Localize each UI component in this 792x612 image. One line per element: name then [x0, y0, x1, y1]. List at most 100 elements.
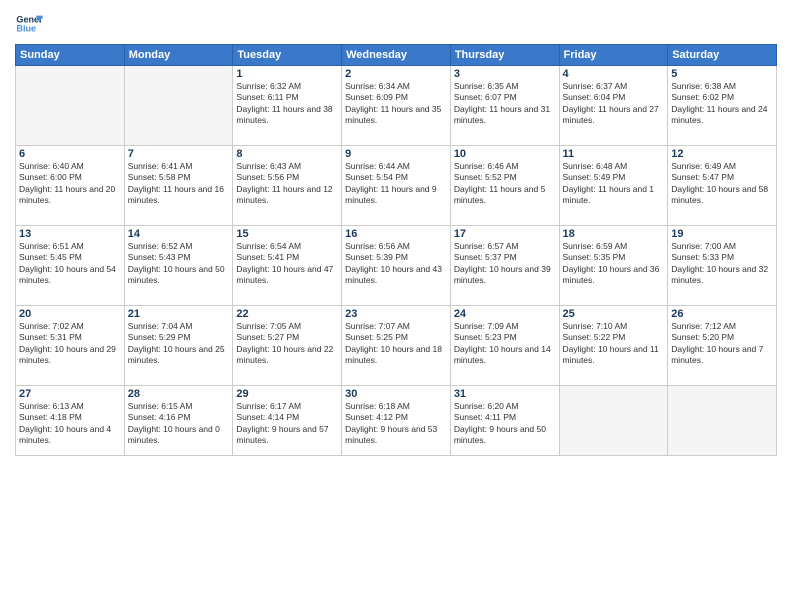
day-number: 3 — [454, 68, 556, 80]
calendar-cell: 26Sunrise: 7:12 AM Sunset: 5:20 PM Dayli… — [668, 306, 777, 386]
week-row-5: 27Sunrise: 6:13 AM Sunset: 4:18 PM Dayli… — [16, 386, 777, 456]
day-info: Sunrise: 7:09 AM Sunset: 5:23 PM Dayligh… — [454, 321, 556, 367]
day-info: Sunrise: 6:13 AM Sunset: 4:18 PM Dayligh… — [19, 401, 121, 447]
day-info: Sunrise: 6:54 AM Sunset: 5:41 PM Dayligh… — [236, 241, 338, 287]
calendar-cell: 27Sunrise: 6:13 AM Sunset: 4:18 PM Dayli… — [16, 386, 125, 456]
weekday-header-tuesday: Tuesday — [233, 45, 342, 66]
weekday-header-saturday: Saturday — [668, 45, 777, 66]
week-row-2: 6Sunrise: 6:40 AM Sunset: 6:00 PM Daylig… — [16, 146, 777, 226]
day-info: Sunrise: 6:32 AM Sunset: 6:11 PM Dayligh… — [236, 81, 338, 127]
day-number: 4 — [563, 68, 665, 80]
day-info: Sunrise: 6:35 AM Sunset: 6:07 PM Dayligh… — [454, 81, 556, 127]
day-number: 19 — [671, 228, 773, 240]
calendar-cell: 31Sunrise: 6:20 AM Sunset: 4:11 PM Dayli… — [450, 386, 559, 456]
day-info: Sunrise: 6:56 AM Sunset: 5:39 PM Dayligh… — [345, 241, 447, 287]
day-number: 18 — [563, 228, 665, 240]
day-number: 1 — [236, 68, 338, 80]
day-info: Sunrise: 6:51 AM Sunset: 5:45 PM Dayligh… — [19, 241, 121, 287]
calendar-cell: 8Sunrise: 6:43 AM Sunset: 5:56 PM Daylig… — [233, 146, 342, 226]
day-info: Sunrise: 7:00 AM Sunset: 5:33 PM Dayligh… — [671, 241, 773, 287]
day-info: Sunrise: 7:05 AM Sunset: 5:27 PM Dayligh… — [236, 321, 338, 367]
weekday-header-thursday: Thursday — [450, 45, 559, 66]
day-number: 2 — [345, 68, 447, 80]
day-info: Sunrise: 6:40 AM Sunset: 6:00 PM Dayligh… — [19, 161, 121, 207]
day-info: Sunrise: 6:20 AM Sunset: 4:11 PM Dayligh… — [454, 401, 556, 447]
day-number: 22 — [236, 308, 338, 320]
calendar-cell: 17Sunrise: 6:57 AM Sunset: 5:37 PM Dayli… — [450, 226, 559, 306]
calendar-cell: 7Sunrise: 6:41 AM Sunset: 5:58 PM Daylig… — [124, 146, 233, 226]
calendar-cell: 30Sunrise: 6:18 AM Sunset: 4:12 PM Dayli… — [342, 386, 451, 456]
calendar-cell: 9Sunrise: 6:44 AM Sunset: 5:54 PM Daylig… — [342, 146, 451, 226]
day-info: Sunrise: 7:10 AM Sunset: 5:22 PM Dayligh… — [563, 321, 665, 367]
calendar-cell: 6Sunrise: 6:40 AM Sunset: 6:00 PM Daylig… — [16, 146, 125, 226]
day-info: Sunrise: 6:48 AM Sunset: 5:49 PM Dayligh… — [563, 161, 665, 207]
calendar-cell: 29Sunrise: 6:17 AM Sunset: 4:14 PM Dayli… — [233, 386, 342, 456]
day-number: 30 — [345, 388, 447, 400]
day-info: Sunrise: 6:52 AM Sunset: 5:43 PM Dayligh… — [128, 241, 230, 287]
day-info: Sunrise: 6:18 AM Sunset: 4:12 PM Dayligh… — [345, 401, 447, 447]
calendar-cell: 18Sunrise: 6:59 AM Sunset: 5:35 PM Dayli… — [559, 226, 668, 306]
day-number: 7 — [128, 148, 230, 160]
weekday-header-sunday: Sunday — [16, 45, 125, 66]
day-number: 6 — [19, 148, 121, 160]
day-number: 31 — [454, 388, 556, 400]
calendar-cell: 4Sunrise: 6:37 AM Sunset: 6:04 PM Daylig… — [559, 66, 668, 146]
day-number: 24 — [454, 308, 556, 320]
weekday-header-monday: Monday — [124, 45, 233, 66]
calendar-cell — [16, 66, 125, 146]
day-number: 5 — [671, 68, 773, 80]
day-number: 20 — [19, 308, 121, 320]
day-info: Sunrise: 7:04 AM Sunset: 5:29 PM Dayligh… — [128, 321, 230, 367]
week-row-3: 13Sunrise: 6:51 AM Sunset: 5:45 PM Dayli… — [16, 226, 777, 306]
calendar-cell: 25Sunrise: 7:10 AM Sunset: 5:22 PM Dayli… — [559, 306, 668, 386]
day-number: 23 — [345, 308, 447, 320]
calendar-cell — [124, 66, 233, 146]
day-number: 13 — [19, 228, 121, 240]
calendar-cell — [668, 386, 777, 456]
calendar-cell: 11Sunrise: 6:48 AM Sunset: 5:49 PM Dayli… — [559, 146, 668, 226]
day-info: Sunrise: 6:15 AM Sunset: 4:16 PM Dayligh… — [128, 401, 230, 447]
day-info: Sunrise: 6:38 AM Sunset: 6:02 PM Dayligh… — [671, 81, 773, 127]
day-number: 29 — [236, 388, 338, 400]
day-info: Sunrise: 7:07 AM Sunset: 5:25 PM Dayligh… — [345, 321, 447, 367]
calendar-cell: 24Sunrise: 7:09 AM Sunset: 5:23 PM Dayli… — [450, 306, 559, 386]
calendar-cell: 22Sunrise: 7:05 AM Sunset: 5:27 PM Dayli… — [233, 306, 342, 386]
calendar-cell: 28Sunrise: 6:15 AM Sunset: 4:16 PM Dayli… — [124, 386, 233, 456]
day-info: Sunrise: 6:37 AM Sunset: 6:04 PM Dayligh… — [563, 81, 665, 127]
weekday-header-friday: Friday — [559, 45, 668, 66]
day-number: 8 — [236, 148, 338, 160]
day-info: Sunrise: 6:41 AM Sunset: 5:58 PM Dayligh… — [128, 161, 230, 207]
calendar-cell: 21Sunrise: 7:04 AM Sunset: 5:29 PM Dayli… — [124, 306, 233, 386]
day-number: 27 — [19, 388, 121, 400]
day-info: Sunrise: 6:49 AM Sunset: 5:47 PM Dayligh… — [671, 161, 773, 207]
calendar-cell: 15Sunrise: 6:54 AM Sunset: 5:41 PM Dayli… — [233, 226, 342, 306]
day-number: 16 — [345, 228, 447, 240]
day-number: 14 — [128, 228, 230, 240]
day-number: 10 — [454, 148, 556, 160]
calendar-cell: 13Sunrise: 6:51 AM Sunset: 5:45 PM Dayli… — [16, 226, 125, 306]
calendar-cell: 14Sunrise: 6:52 AM Sunset: 5:43 PM Dayli… — [124, 226, 233, 306]
day-number: 9 — [345, 148, 447, 160]
week-row-1: 1Sunrise: 6:32 AM Sunset: 6:11 PM Daylig… — [16, 66, 777, 146]
day-info: Sunrise: 6:17 AM Sunset: 4:14 PM Dayligh… — [236, 401, 338, 447]
calendar-cell: 23Sunrise: 7:07 AM Sunset: 5:25 PM Dayli… — [342, 306, 451, 386]
calendar-cell: 2Sunrise: 6:34 AM Sunset: 6:09 PM Daylig… — [342, 66, 451, 146]
weekday-header-row: SundayMondayTuesdayWednesdayThursdayFrid… — [16, 45, 777, 66]
day-number: 11 — [563, 148, 665, 160]
day-number: 28 — [128, 388, 230, 400]
week-row-4: 20Sunrise: 7:02 AM Sunset: 5:31 PM Dayli… — [16, 306, 777, 386]
day-number: 21 — [128, 308, 230, 320]
day-number: 25 — [563, 308, 665, 320]
calendar-table: SundayMondayTuesdayWednesdayThursdayFrid… — [15, 44, 777, 456]
calendar-cell: 1Sunrise: 6:32 AM Sunset: 6:11 PM Daylig… — [233, 66, 342, 146]
day-info: Sunrise: 6:57 AM Sunset: 5:37 PM Dayligh… — [454, 241, 556, 287]
logo: General Blue — [15, 10, 43, 38]
weekday-header-wednesday: Wednesday — [342, 45, 451, 66]
day-info: Sunrise: 7:12 AM Sunset: 5:20 PM Dayligh… — [671, 321, 773, 367]
calendar-cell: 20Sunrise: 7:02 AM Sunset: 5:31 PM Dayli… — [16, 306, 125, 386]
day-number: 15 — [236, 228, 338, 240]
svg-text:Blue: Blue — [16, 24, 36, 34]
calendar-cell: 5Sunrise: 6:38 AM Sunset: 6:02 PM Daylig… — [668, 66, 777, 146]
day-number: 12 — [671, 148, 773, 160]
day-number: 17 — [454, 228, 556, 240]
